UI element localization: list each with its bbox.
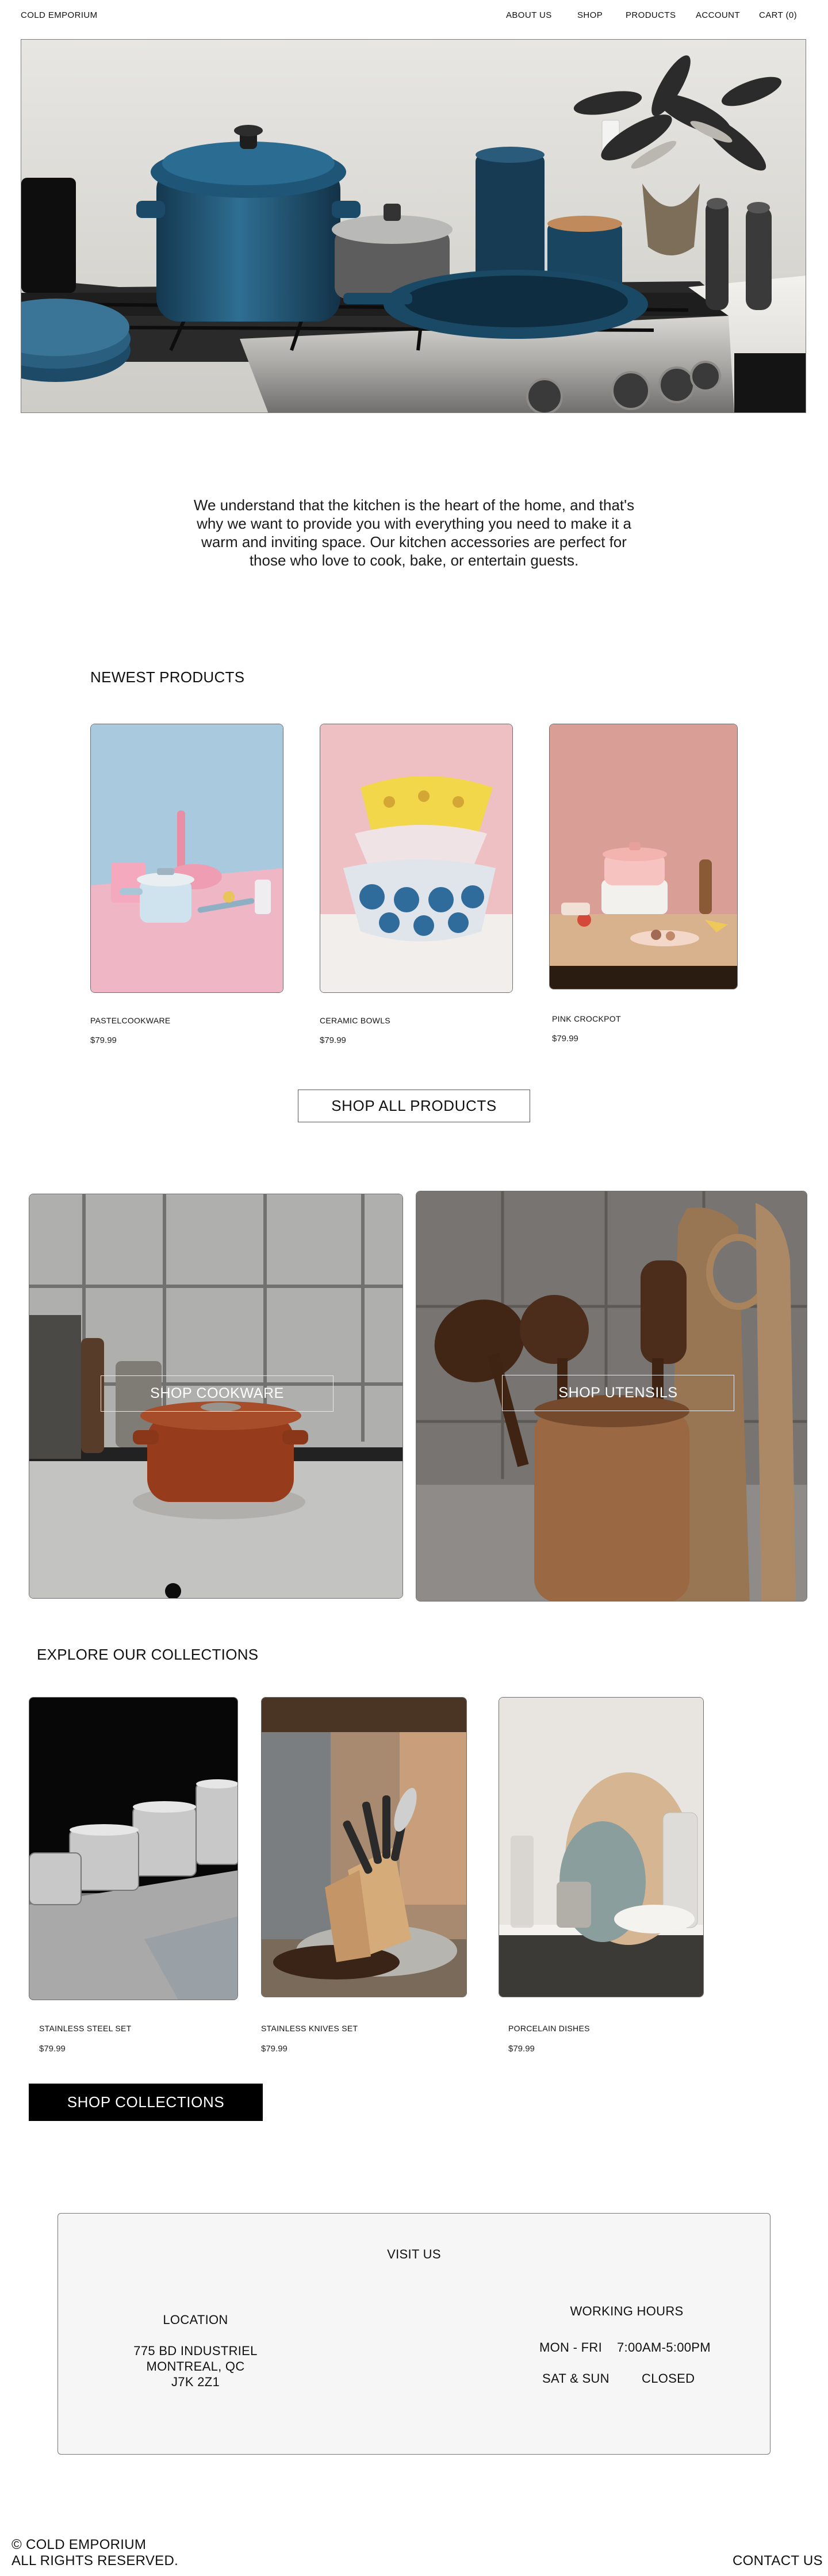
- product-card-pastel-cookware[interactable]: [90, 724, 283, 993]
- nav-account[interactable]: ACCOUNT: [696, 10, 740, 20]
- shop-all-products-button[interactable]: SHOP ALL PRODUCTS: [298, 1090, 530, 1122]
- shop-utensils-button[interactable]: SHOP UTENSILS: [502, 1375, 734, 1411]
- hours-time: 7:00AM-5:00PM: [617, 2340, 711, 2355]
- stainless-steel-set-image: [29, 1698, 237, 2000]
- product-price: $79.99: [552, 1034, 578, 1044]
- nav-shop[interactable]: SHOP: [577, 10, 603, 20]
- nav-about-us[interactable]: ABOUT US: [506, 10, 552, 20]
- product-card-pink-crockpot[interactable]: [549, 724, 738, 989]
- contact-us-link[interactable]: CONTACT US: [733, 2553, 823, 2569]
- product-price: $79.99: [320, 1035, 346, 1045]
- hours-time: CLOSED: [642, 2371, 695, 2386]
- hours-days: MON - FRI: [539, 2340, 603, 2355]
- hero-image: [21, 39, 806, 413]
- intro-text: We understand that the kitchen is the he…: [193, 496, 635, 569]
- visit-us-title: VISIT US: [387, 2247, 441, 2261]
- footer-copyright: © COLD EMPORIUM: [12, 2537, 147, 2552]
- brand-logo[interactable]: COLD EMPORIUM: [21, 10, 98, 20]
- collection-price: $79.99: [261, 2044, 288, 2054]
- shop-collections-button[interactable]: SHOP COLLECTIONS: [29, 2084, 263, 2121]
- product-name[interactable]: PASTELCOOKWARE: [90, 1016, 171, 1025]
- pink-crockpot-image: [550, 724, 737, 989]
- hours-days: SAT & SUN: [542, 2371, 610, 2386]
- collection-card-knives[interactable]: [261, 1697, 467, 1997]
- collection-name[interactable]: STAINLESS KNIVES SET: [261, 2024, 358, 2033]
- collection-card-stainless-steel[interactable]: [29, 1697, 238, 2000]
- location-title: LOCATION: [163, 2313, 228, 2327]
- address-line-1: 775 BD INDUSTRIEL: [133, 2344, 258, 2358]
- collection-name[interactable]: PORCELAIN DISHES: [508, 2024, 590, 2033]
- porcelain-dishes-image: [499, 1698, 703, 1997]
- newest-products-title: NEWEST PRODUCTS: [90, 668, 245, 686]
- shop-cookware-button[interactable]: SHOP COOKWARE: [101, 1375, 334, 1412]
- nav-products[interactable]: PRODUCTS: [626, 10, 676, 20]
- address-line-2: MONTREAL, QC: [146, 2359, 245, 2374]
- ceramic-bowls-image: [320, 724, 512, 992]
- hero-kitchen-illustration: [21, 40, 806, 412]
- product-name[interactable]: CERAMIC BOWLS: [320, 1016, 390, 1025]
- working-hours-title: WORKING HOURS: [570, 2304, 684, 2318]
- collection-price: $79.99: [508, 2044, 535, 2054]
- product-price: $79.99: [90, 1035, 117, 1045]
- collection-name[interactable]: STAINLESS STEEL SET: [39, 2024, 132, 2033]
- pastel-cookware-image: [91, 724, 283, 992]
- footer-rights: ALL RIGHTS RESERVED.: [12, 2553, 179, 2569]
- collection-price: $79.99: [39, 2044, 66, 2054]
- nav-cart[interactable]: CART (0): [759, 10, 797, 20]
- collection-card-porcelain[interactable]: [499, 1697, 704, 1997]
- collections-title: EXPLORE OUR COLLECTIONS: [37, 1646, 259, 1663]
- address-line-3: J7K 2Z1: [171, 2375, 220, 2389]
- knives-set-image: [262, 1698, 466, 1997]
- product-card-ceramic-bowls[interactable]: [320, 724, 513, 993]
- product-name[interactable]: PINK CROCKPOT: [552, 1014, 621, 1023]
